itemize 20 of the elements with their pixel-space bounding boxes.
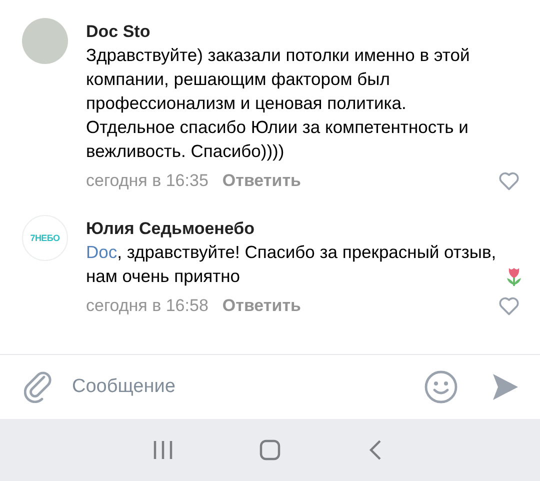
smiley-icon[interactable]: [424, 370, 458, 404]
author-name[interactable]: Doc Sto: [86, 21, 530, 43]
avatar-logo[interactable]: 7НЕБО: [22, 215, 68, 261]
mention-link[interactable]: Doc: [86, 242, 118, 262]
avatar-photo-placeholder[interactable]: [22, 18, 68, 64]
comment-text: Doc, здравствуйте! Спасибо за прекрасный отзыв, нам очень приятно: [86, 241, 498, 288]
message-input-field[interactable]: Сообщение: [72, 372, 404, 402]
reply-link[interactable]: Ответить: [222, 171, 301, 191]
comment-time: сегодня в 16:35: [86, 171, 208, 191]
home-icon[interactable]: [258, 439, 281, 461]
comment-text: Здравствуйте) заказали потолки именно в этой компании, решающим фактором был профессионализм и ценовая политика. Отдельное спасибо Юлии за компетентность и вежливость. Спасибо)))): [86, 44, 471, 163]
author-name[interactable]: Юлия Седьмоенебо: [86, 218, 530, 240]
heart-icon[interactable]: [498, 171, 520, 191]
reply-link[interactable]: Ответить: [222, 296, 301, 316]
send-icon[interactable]: [490, 372, 520, 402]
heart-icon[interactable]: [498, 296, 520, 316]
recent-apps-icon[interactable]: [152, 439, 174, 461]
comment-time: сегодня в 16:58: [86, 296, 208, 316]
paperclip-icon[interactable]: [24, 371, 52, 403]
tulip-icon: [504, 265, 524, 287]
